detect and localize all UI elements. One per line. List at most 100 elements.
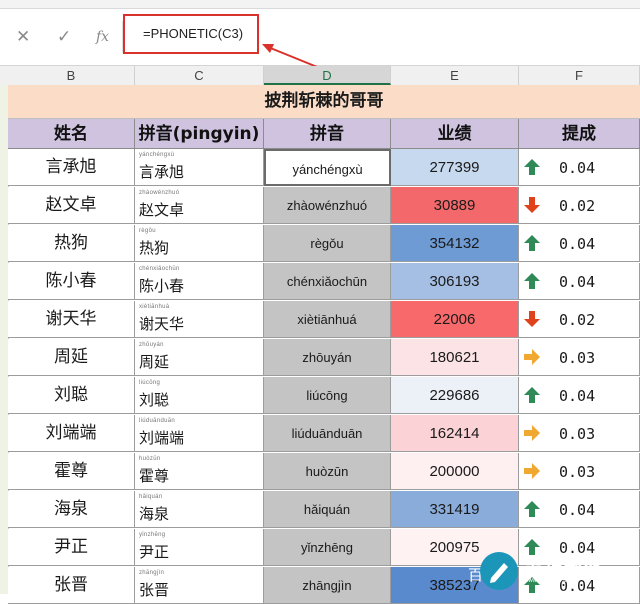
arrow-right-icon [523, 462, 541, 480]
pinyin-guide-cell[interactable]: liúduānduān 刘端端 [135, 415, 264, 452]
pinyin-guide-cell[interactable]: yánchéngxù 言承旭 [135, 149, 264, 186]
column-header-row: B C D E F [0, 66, 640, 86]
performance-cell[interactable]: 277399 [391, 149, 519, 186]
pinyin-cell[interactable]: chénxiǎochūn [264, 263, 391, 300]
name-cell[interactable]: 尹正 [8, 529, 135, 566]
performance-cell[interactable]: 229686 [391, 377, 519, 414]
name-cell[interactable]: 陈小春 [8, 263, 135, 300]
arrow-up-icon [523, 234, 541, 252]
pinyin-guide-cell[interactable]: hǎiquán 海泉 [135, 491, 264, 528]
name-cell[interactable]: 刘端端 [8, 415, 135, 452]
performance-cell[interactable]: 30889 [391, 187, 519, 224]
pinyin-guide-cell[interactable]: zhāngjìn 张晋 [135, 567, 264, 604]
performance-cell[interactable]: 306193 [391, 263, 519, 300]
pinyin-guide-cell[interactable]: règǒu 热狗 [135, 225, 264, 262]
commission-value: 0.04 [559, 235, 596, 253]
commission-value: 0.02 [559, 311, 596, 329]
watermark-name: 笔记部落 [524, 556, 605, 578]
phonetic-guide-text: zhōuyán [139, 342, 164, 348]
name-cell[interactable]: 赵文卓 [8, 187, 135, 224]
pinyin-guide-cell[interactable]: zhōuyán 周延 [135, 339, 264, 376]
active-cell-d3[interactable]: yánchéngxù [264, 149, 391, 186]
column-header-b[interactable]: B [8, 66, 135, 85]
name-cell[interactable]: 刘聪 [8, 377, 135, 414]
pinyin-cell[interactable]: liúcōng [264, 377, 391, 414]
pinyin-guide-cell[interactable]: liúcōng 刘聪 [135, 377, 264, 414]
commission-cell[interactable]: 0.04 [519, 491, 640, 528]
name-cell[interactable]: 周延 [8, 339, 135, 376]
phonetic-guide-text: liúcōng [139, 380, 161, 386]
header-commission[interactable]: 提成 [519, 119, 640, 149]
commission-cell[interactable]: 0.02 [519, 187, 640, 224]
name-cell[interactable]: 张晋 [8, 567, 135, 604]
watermark-logo-icon [480, 552, 518, 590]
performance-cell[interactable]: 331419 [391, 491, 519, 528]
performance-cell[interactable]: 180621 [391, 339, 519, 376]
arrow-up-icon [523, 500, 541, 518]
phonetic-guide-text: liúduānduān [139, 418, 175, 424]
pinyin-guide-cell[interactable]: chénxiǎochūn 陈小春 [135, 263, 264, 300]
phonetic-guide-text: hǎiquán [139, 494, 163, 500]
commission-value: 0.03 [559, 349, 596, 367]
pinyin-cell[interactable]: xiètiānhuá [264, 301, 391, 338]
commission-cell[interactable]: 0.03 [519, 339, 640, 376]
pinyin-guide-cell[interactable]: zhàowénzhuó 赵文卓 [135, 187, 264, 224]
pinyin-cell[interactable]: règǒu [264, 225, 391, 262]
commission-cell[interactable]: 0.04 [519, 263, 640, 300]
check-icon[interactable]: ✓ [57, 27, 71, 47]
arrow-right-icon [523, 424, 541, 442]
watermark: 笔记部落 www.notetribe.com [478, 548, 640, 594]
name-cell[interactable]: 谢天华 [8, 301, 135, 338]
header-name[interactable]: 姓名 [8, 119, 135, 149]
pinyin-cell[interactable]: yǐnzhēng [264, 529, 391, 566]
chinese-name-text: 陈小春 [139, 277, 185, 295]
pinyin-guide-cell[interactable]: huòzūn 霍尊 [135, 453, 264, 490]
performance-cell[interactable]: 200000 [391, 453, 519, 490]
header-pinyin-guide[interactable]: 拼音(pingyin) [135, 119, 264, 149]
chinese-name-text: 赵文卓 [139, 201, 185, 219]
pinyin-cell[interactable]: zhōuyán [264, 339, 391, 376]
name-cell[interactable]: 言承旭 [8, 149, 135, 186]
chinese-name-text: 热狗 [139, 239, 170, 257]
sheet-title[interactable]: 披荆斩棘的哥哥 [8, 85, 640, 119]
pinyin-cell[interactable]: zhāngjìn [264, 567, 391, 604]
close-icon[interactable]: ✕ [16, 27, 30, 47]
commission-cell[interactable]: 0.04 [519, 149, 640, 186]
arrow-down-icon [523, 196, 541, 214]
chinese-name-text: 刘端端 [139, 429, 185, 447]
commission-value: 0.04 [559, 273, 596, 291]
name-cell[interactable]: 热狗 [8, 225, 135, 262]
pinyin-guide-cell[interactable]: xiètiānhuá 谢天华 [135, 301, 264, 338]
formula-input[interactable]: =PHONETIC(C3) [143, 26, 243, 41]
pinyin-cell[interactable]: zhàowénzhuó [264, 187, 391, 224]
column-header-f[interactable]: F [519, 66, 640, 85]
commission-cell[interactable]: 0.03 [519, 453, 640, 490]
pinyin-cell[interactable]: huòzūn [264, 453, 391, 490]
pinyin-cell[interactable]: liúduānduān [264, 415, 391, 452]
performance-cell[interactable]: 162414 [391, 415, 519, 452]
commission-value: 0.04 [559, 159, 596, 177]
pinyin-cell[interactable]: hǎiquán [264, 491, 391, 528]
name-cell[interactable]: 霍尊 [8, 453, 135, 490]
header-pinyin[interactable]: 拼音 [264, 119, 391, 149]
column-header-d[interactable]: D [264, 66, 391, 85]
pinyin-guide-cell[interactable]: yǐnzhēng 尹正 [135, 529, 264, 566]
commission-value: 0.03 [559, 425, 596, 443]
commission-cell[interactable]: 0.04 [519, 377, 640, 414]
commission-cell[interactable]: 0.04 [519, 225, 640, 262]
chinese-name-text: 尹正 [139, 543, 170, 561]
formula-bar: ✕ ✓ fx =PHONETIC(C3) [0, 9, 640, 74]
commission-cell[interactable]: 0.02 [519, 301, 640, 338]
column-header-e[interactable]: E [391, 66, 519, 85]
fx-icon[interactable]: fx [96, 27, 109, 47]
header-performance[interactable]: 业绩 [391, 119, 519, 149]
performance-cell[interactable]: 354132 [391, 225, 519, 262]
performance-cell[interactable]: 22006 [391, 301, 519, 338]
commission-cell[interactable]: 0.03 [519, 415, 640, 452]
name-cell[interactable]: 海泉 [8, 491, 135, 528]
phonetic-guide-text: zhāngjìn [139, 570, 165, 576]
phonetic-guide-text: xiètiānhuá [139, 304, 170, 310]
column-header-c[interactable]: C [135, 66, 264, 85]
chinese-name-text: 刘聪 [139, 391, 170, 409]
formula-input-highlight[interactable]: =PHONETIC(C3) [123, 14, 259, 54]
